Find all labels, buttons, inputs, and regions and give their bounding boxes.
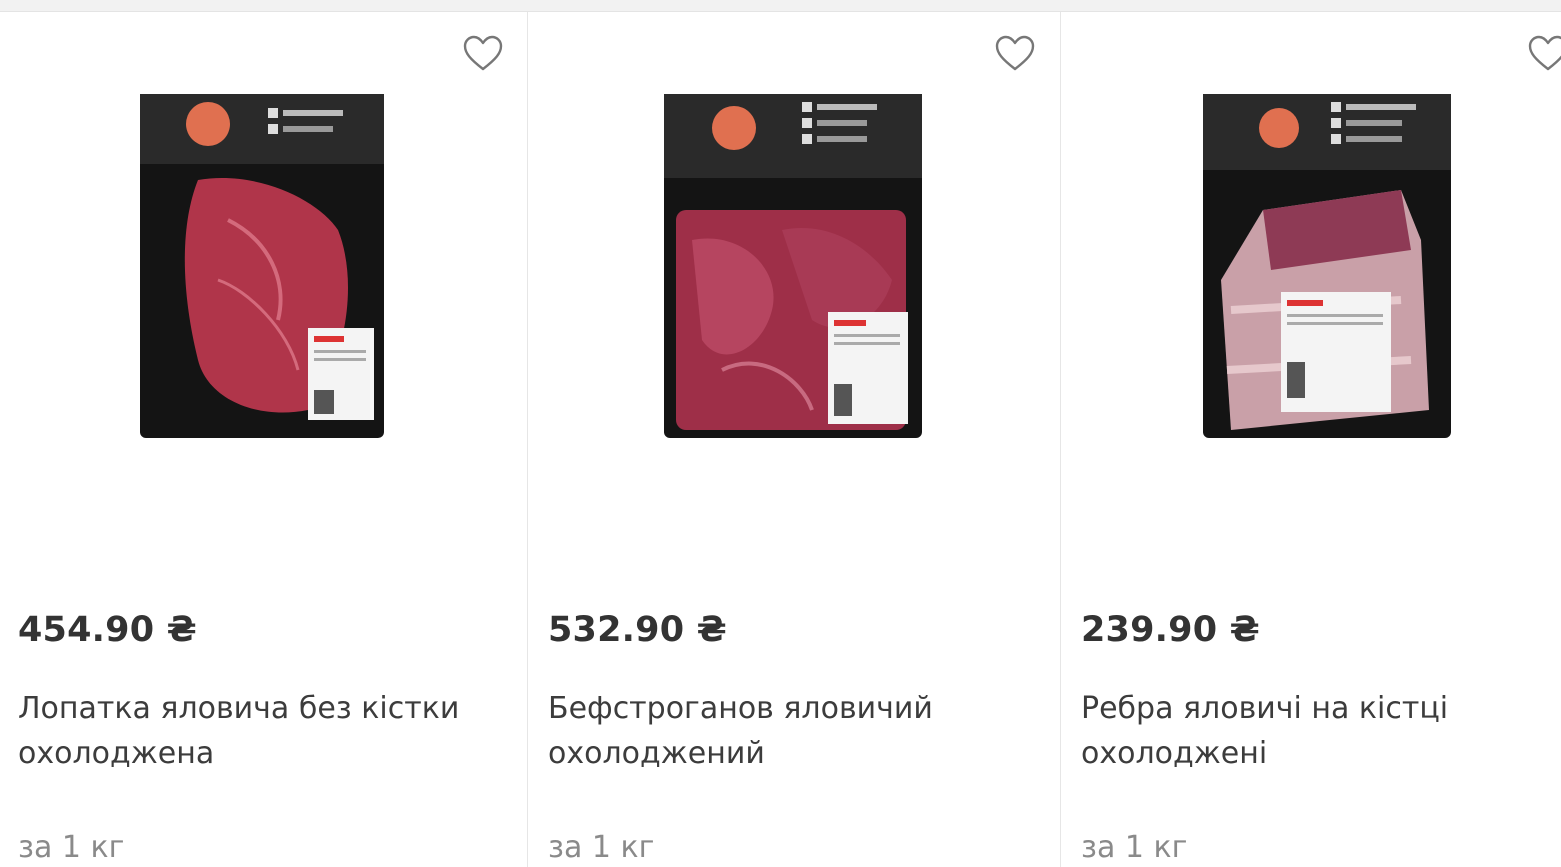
favorite-button[interactable] [994,34,1036,74]
product-price: 532.90 ₴ [548,610,727,650]
product-title[interactable]: Лопатка яловича без кістки охолоджена [18,686,498,776]
product-card[interactable]: 532.90 ₴ Бефстроганов яловичий охолоджен… [528,12,1060,867]
heart-outline-icon [463,35,503,71]
product-image[interactable] [138,80,386,438]
heart-outline-icon [995,35,1035,71]
product-title[interactable]: Ребра яловичі на кістці охолоджені [1081,686,1561,776]
product-image[interactable] [662,80,924,438]
product-image[interactable] [1201,80,1453,438]
product-unit: за 1 кг [18,830,125,865]
product-card[interactable]: 454.90 ₴ Лопатка яловича без кістки охол… [0,12,527,867]
product-grid: 454.90 ₴ Лопатка яловича без кістки охол… [0,12,1561,867]
heart-outline-icon [1528,35,1561,71]
favorite-button[interactable] [1527,34,1561,74]
favorite-button[interactable] [462,34,504,74]
product-unit: за 1 кг [1081,830,1188,865]
product-title[interactable]: Бефстроганов яловичий охолоджений [548,686,1028,776]
product-unit: за 1 кг [548,830,655,865]
product-card[interactable]: 239.90 ₴ Ребра яловичі на кістці охолодж… [1061,12,1561,867]
product-price: 454.90 ₴ [18,610,197,650]
product-price: 239.90 ₴ [1081,610,1260,650]
top-strip [0,0,1561,12]
